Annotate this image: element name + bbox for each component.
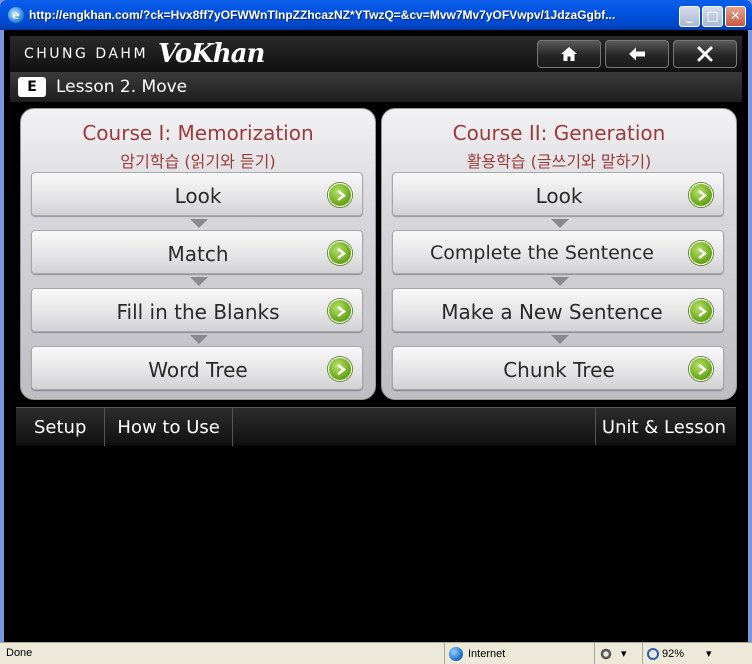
protected-mode-indicator[interactable]: ▾ [595,643,643,664]
app-header: CHUNG DAHM VoKhan [10,36,742,72]
close-icon [697,46,713,62]
zoom-control[interactable]: 92% ▾ [643,643,741,664]
chevron-down-icon: ▾ [706,648,712,660]
step-label: Match [167,242,229,266]
down-arrow-icon [190,219,208,228]
zoom-icon [647,647,659,660]
step-label: Chunk Tree [503,358,615,382]
step-fill-in-the-blanks[interactable]: Fill in the Blanks [31,288,363,332]
arrow-left-icon [629,47,645,61]
brand-name: CHUNG DAHM [24,46,149,62]
course-panel-memorization: Course I: Memorization 암기학습 (읽기와 듣기) Loo… [20,108,376,400]
menu-spacer [233,408,596,445]
browser-statusbar: Done Internet ▾ 92% ▾ [0,642,752,664]
step-look[interactable]: Look [392,172,724,216]
home-icon [561,47,577,61]
how-to-use-button[interactable]: How to Use [105,408,233,446]
go-arrow-icon [328,357,352,381]
course-panel-generation: Course II: Generation 활용학습 (글쓰기와 말하기) Lo… [381,108,737,400]
unit-lesson-button[interactable]: Unit & Lesson [596,408,736,446]
ie-icon: e [8,7,24,23]
setup-button[interactable]: Setup [16,408,106,446]
step-label: Look [174,184,222,208]
window-title: http://engkhan.com/?ck=Hvx8ff7yOFWWnTInp… [29,8,616,22]
go-arrow-icon [689,241,713,265]
browser-titlebar: e http://engkhan.com/?ck=Hvx8ff7yOFWWnTI… [0,0,752,30]
status-text: Done [0,643,445,664]
course-subtitle: 활용학습 (글쓰기와 말하기) [466,152,652,171]
step-make-a-new-sentence[interactable]: Make a New Sentence [392,288,724,332]
home-button[interactable] [537,40,601,68]
lesson-bar: E Lesson 2. Move [10,72,742,102]
zone-label: Internet [468,647,506,660]
down-arrow-icon [551,277,569,286]
chevron-down-icon: ▾ [621,648,627,660]
step-match[interactable]: Match [31,230,363,274]
security-zone: Internet [445,643,595,664]
step-chunk-tree[interactable]: Chunk Tree [392,346,724,390]
bottom-menu: Setup How to Use Unit & Lesson [16,407,736,446]
course-title: Course I: Memorization [82,121,314,145]
lesson-badge: E [18,77,46,97]
go-arrow-icon [328,183,352,207]
step-label: Word Tree [148,358,248,382]
minimize-button[interactable]: _ [679,6,700,27]
go-arrow-icon [689,357,713,381]
step-complete-the-sentence[interactable]: Complete the Sentence [392,230,724,274]
globe-icon [449,646,463,661]
close-button[interactable] [673,40,737,68]
step-look[interactable]: Look [31,172,363,216]
down-arrow-icon [190,277,208,286]
app-frame: CHUNG DAHM VoKhan E Lesson 2. Move Cours… [4,30,748,642]
step-label: Make a New Sentence [441,300,663,324]
step-word-tree[interactable]: Word Tree [31,346,363,390]
close-window-button[interactable]: ✕ [725,6,746,27]
gear-icon [600,648,612,659]
go-arrow-icon [328,299,352,323]
vokhan-logo: VoKhan [158,39,265,69]
go-arrow-icon [689,183,713,207]
go-arrow-icon [689,299,713,323]
maximize-button[interactable]: □ [702,6,723,27]
down-arrow-icon [551,219,569,228]
down-arrow-icon [190,335,208,344]
step-label: Complete the Sentence [430,242,654,264]
step-label: Look [535,184,583,208]
step-label: Fill in the Blanks [116,300,280,324]
down-arrow-icon [551,335,569,344]
course-subtitle: 암기학습 (읽기와 듣기) [120,152,276,171]
back-button[interactable] [605,40,669,68]
course-title: Course II: Generation [452,121,666,145]
go-arrow-icon [328,241,352,265]
lesson-title: Lesson 2. Move [56,77,188,97]
zoom-level: 92% [662,647,685,660]
